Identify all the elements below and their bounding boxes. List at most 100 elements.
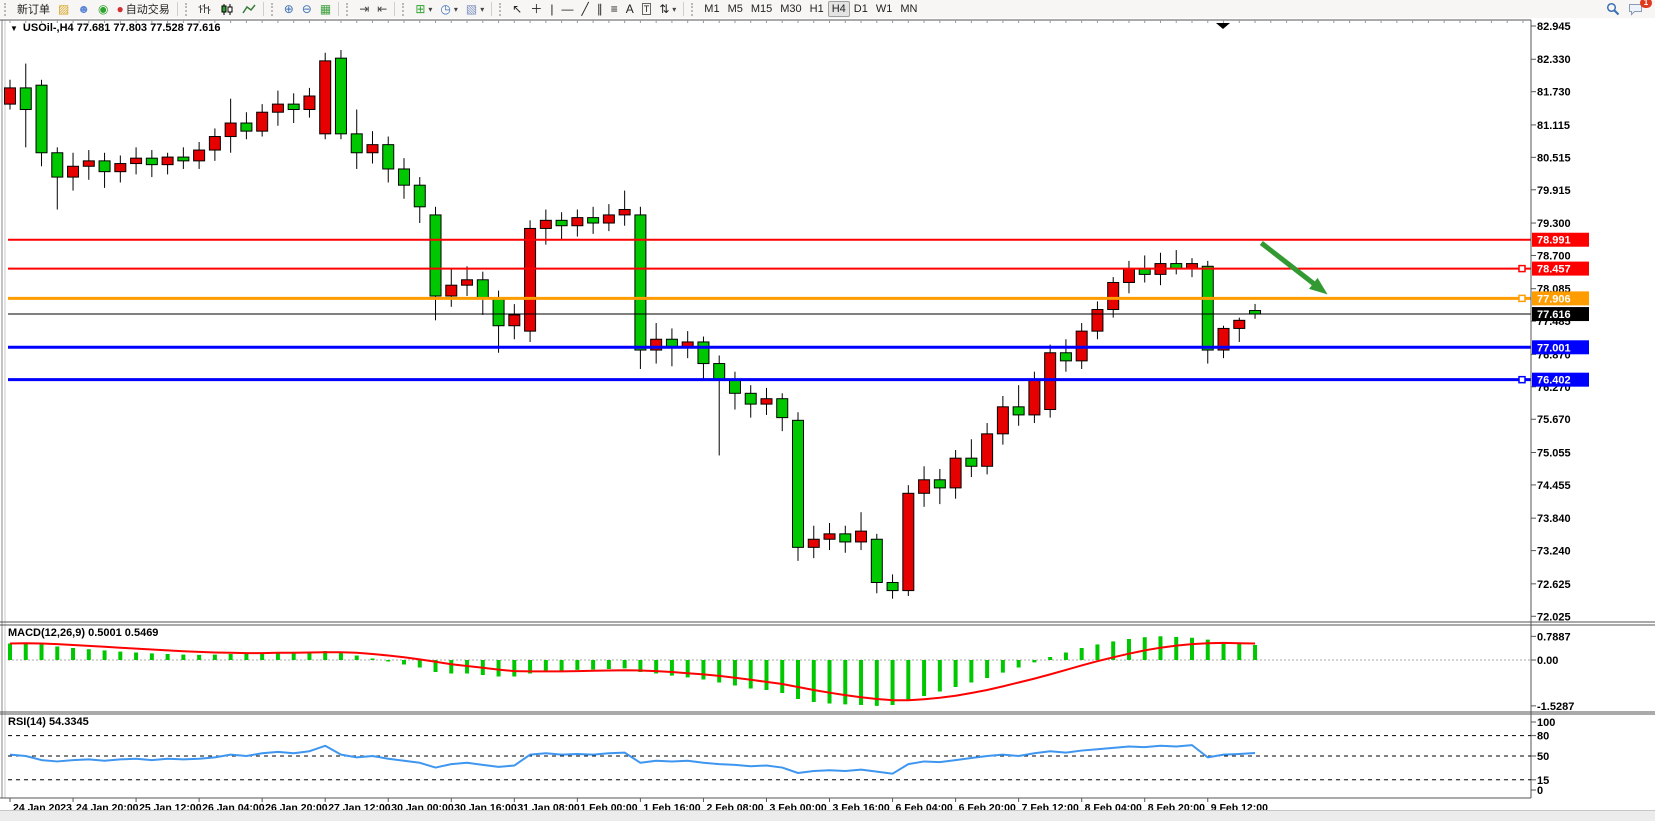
timeframe-d1[interactable]: D1 <box>850 1 872 17</box>
candle <box>162 157 173 165</box>
toolbar-grip <box>346 3 352 16</box>
timeframe-w1[interactable]: W1 <box>872 1 897 17</box>
zoom-in-icon[interactable]: ⊕ <box>280 1 298 17</box>
period-button[interactable]: ◷▾ <box>436 1 462 17</box>
bucket-icon: ▨ <box>58 3 69 15</box>
candle <box>383 145 394 169</box>
text-button[interactable]: A <box>622 1 638 17</box>
auto-scroll-icon[interactable]: ⇥ <box>355 1 373 17</box>
cursor-button[interactable]: ↖ <box>508 1 526 17</box>
candle <box>241 123 252 131</box>
line-drag-handle[interactable] <box>1519 266 1525 272</box>
arrows-button[interactable]: ⇅▾ <box>655 1 680 17</box>
candle <box>761 399 772 404</box>
svg-text:77.001: 77.001 <box>1537 342 1571 354</box>
channel-button[interactable]: ∥ <box>593 1 607 17</box>
dropdown-arrow-icon[interactable]: ▾ <box>454 5 458 14</box>
line-drag-handle[interactable] <box>1519 377 1525 383</box>
dropdown-arrow-icon[interactable]: ▾ <box>428 5 432 14</box>
price-axis-label: 81.115 <box>1537 120 1570 132</box>
candlestick-icon[interactable] <box>216 1 238 17</box>
hline-button[interactable]: — <box>557 1 577 17</box>
candle <box>509 315 520 326</box>
chart-shift-icon: ⇤ <box>377 3 387 15</box>
trendline-glyph: ╱ <box>581 3 588 15</box>
candle <box>777 399 788 418</box>
price-axis-label: 81.730 <box>1537 87 1571 99</box>
price-axis-label: 79.300 <box>1537 218 1571 230</box>
profile-icon[interactable]: ☻ <box>73 1 94 17</box>
notifications-chat-icon[interactable]: 1 <box>1624 1 1647 17</box>
label-glyph: T <box>642 3 652 15</box>
candle <box>320 61 331 134</box>
timeframe-m30[interactable]: M30 <box>776 1 805 17</box>
candle <box>5 88 16 104</box>
cursor-glyph: ↖ <box>512 3 522 15</box>
add-indicator-button[interactable]: ⊞▾ <box>411 1 436 17</box>
main-toolbar: 新订单▨☻◉●自动交易⊕⊖▦⇥⇤⊞▾◷▾▧▾↖＋|—╱∥≡AT⇅▾M1M5M15… <box>0 0 1655 19</box>
candle <box>824 534 835 539</box>
price-axis-label: 79.915 <box>1537 185 1571 197</box>
candle <box>966 458 977 466</box>
bar-chart-icon[interactable] <box>194 1 216 17</box>
zoom-out-icon[interactable]: ⊖ <box>298 1 316 17</box>
line-chart-icon[interactable] <box>238 1 260 17</box>
toolbar-separator <box>683 2 684 16</box>
candle <box>603 215 614 223</box>
candle <box>525 228 536 331</box>
timeframe-m1[interactable]: M1 <box>700 1 723 17</box>
candle <box>430 215 441 296</box>
tile-windows-icon[interactable]: ▦ <box>316 1 335 17</box>
bucket-icon[interactable]: ▨ <box>54 1 73 17</box>
notification-badge: 1 <box>1640 0 1652 8</box>
chart-canvas[interactable]: 82.94582.33081.73081.11580.51579.91579.3… <box>0 18 1655 811</box>
candle <box>1250 311 1261 315</box>
timeframe-mn[interactable]: MN <box>896 1 921 17</box>
dropdown-arrow-icon[interactable]: ▾ <box>672 5 676 14</box>
vline-button[interactable]: | <box>546 1 557 17</box>
chart-window: 82.94582.33081.73081.11580.51579.91579.3… <box>0 18 1655 811</box>
timeframe-h4[interactable]: H4 <box>828 1 850 17</box>
price-tag: 78.991 <box>1532 233 1589 247</box>
signal-icon[interactable]: ◉ <box>94 1 112 17</box>
candle <box>335 58 346 134</box>
template-button[interactable]: ▧▾ <box>462 1 488 17</box>
price-axis-label: 73.840 <box>1537 513 1571 525</box>
candle <box>808 539 819 547</box>
channel-glyph: ∥ <box>597 3 603 15</box>
price-tag: 76.402 <box>1532 373 1589 387</box>
timeframe-m15[interactable]: M15 <box>747 1 776 17</box>
dropdown-arrow-icon[interactable]: ▾ <box>480 5 484 14</box>
add-indicator-glyph: ⊞ <box>415 3 425 15</box>
crosshair-button[interactable]: ＋ <box>526 1 546 17</box>
candle <box>714 364 725 380</box>
auto-trading-button[interactable]: ●自动交易 <box>112 1 173 17</box>
search-icon[interactable] <box>1602 1 1624 17</box>
candle <box>997 407 1008 434</box>
candle <box>446 285 457 296</box>
candle <box>257 112 268 131</box>
candle <box>367 145 378 153</box>
candle <box>840 534 851 542</box>
label-button[interactable]: T <box>638 1 656 17</box>
candle <box>572 218 583 226</box>
svg-text:78.991: 78.991 <box>1537 235 1571 247</box>
chart-shift-icon[interactable]: ⇤ <box>373 1 391 17</box>
candle <box>52 153 63 177</box>
rsi-scale-label: 80 <box>1537 731 1549 743</box>
macd-scale-label: 0.00 <box>1537 655 1558 667</box>
svg-text:77.616: 77.616 <box>1537 309 1571 321</box>
candle <box>1029 380 1040 415</box>
zoom-out-icon: ⊖ <box>302 3 312 15</box>
candle <box>729 380 740 394</box>
trendline-button[interactable]: ╱ <box>577 1 592 17</box>
fibonacci-button[interactable]: ≡ <box>607 1 622 17</box>
new-order-button[interactable]: 新订单 <box>13 1 54 17</box>
line-drag-handle[interactable] <box>1519 295 1525 301</box>
price-axis-label: 82.330 <box>1537 54 1571 66</box>
price-axis-label: 82.945 <box>1537 21 1571 33</box>
svg-text:77.906: 77.906 <box>1537 293 1571 305</box>
rsi-scale-label: 0 <box>1537 785 1543 797</box>
timeframe-m5[interactable]: M5 <box>724 1 747 17</box>
timeframe-h1[interactable]: H1 <box>806 1 828 17</box>
